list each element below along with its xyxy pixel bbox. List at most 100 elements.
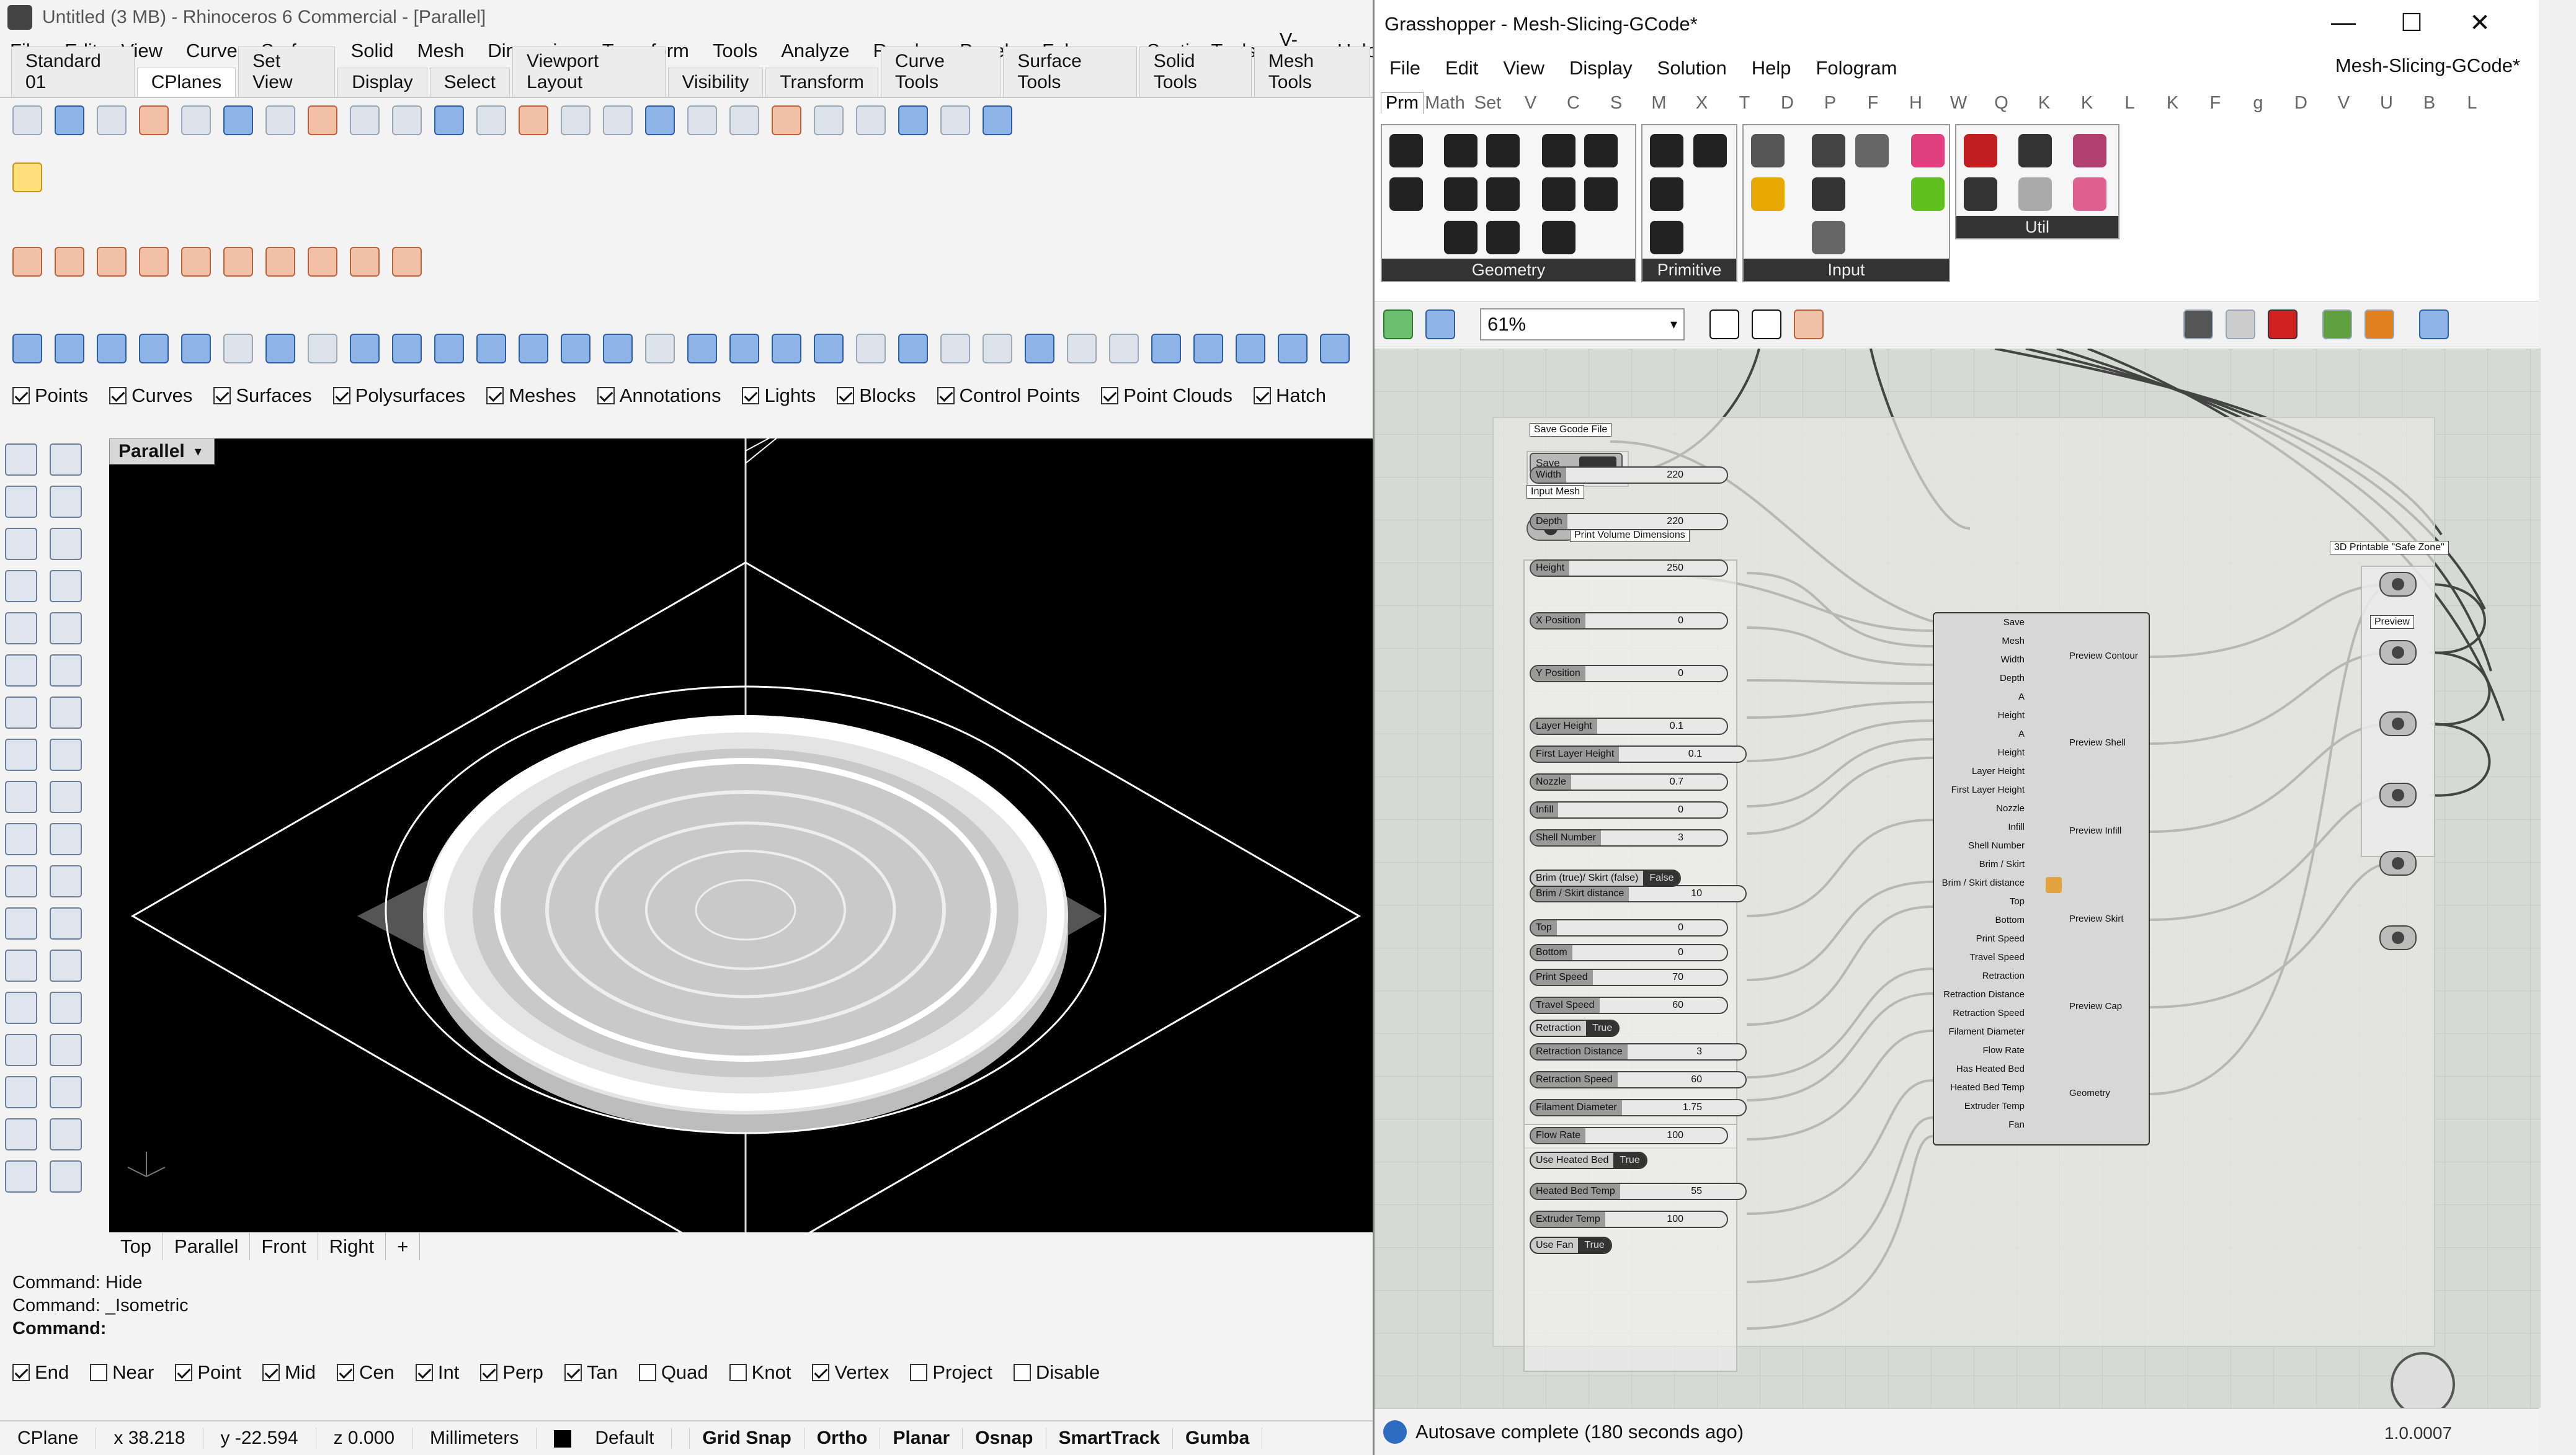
close-icon[interactable]: ✕ xyxy=(2446,9,2514,37)
viewport-tab-[interactable]: + xyxy=(386,1233,421,1260)
checkbox-icon[interactable] xyxy=(486,387,504,404)
menu-mesh[interactable]: Mesh xyxy=(417,40,465,62)
left-tool-icon[interactable] xyxy=(50,1034,82,1066)
checkbox-icon[interactable] xyxy=(337,1364,354,1381)
gh-category-f[interactable]: F xyxy=(1852,93,1894,113)
eye-preview-icon[interactable] xyxy=(1752,309,1781,339)
curve-param-icon[interactable] xyxy=(1444,134,1477,167)
output-preview-infill[interactable]: Preview Infill xyxy=(2069,825,2121,836)
swatch-input-icon[interactable] xyxy=(1911,177,1945,211)
slider-height[interactable]: Height 250 xyxy=(1530,559,1728,577)
mesh-tool-icon[interactable] xyxy=(983,334,1012,363)
slider-value[interactable]: 70 xyxy=(1672,972,1683,983)
preview-node[interactable] xyxy=(2379,711,2417,736)
render-tool-icon[interactable] xyxy=(350,247,380,277)
checkbox-icon[interactable] xyxy=(109,387,127,404)
input-retraction[interactable]: Retraction xyxy=(1982,971,2025,981)
mesh-param-icon[interactable] xyxy=(1486,221,1520,254)
cplane-tool-icon[interactable] xyxy=(687,105,717,135)
tab-select[interactable]: Select xyxy=(429,68,510,97)
mesh-tool-icon[interactable] xyxy=(561,334,591,363)
output-preview-cap[interactable]: Preview Cap xyxy=(2069,1001,2122,1012)
input-height[interactable]: Height xyxy=(1998,710,2025,721)
text-param-icon[interactable] xyxy=(1693,134,1727,167)
slider-value[interactable]: 0.1 xyxy=(1688,749,1702,760)
slider-retraction-speed[interactable]: Retraction Speed 60 xyxy=(1530,1071,1747,1088)
gradient-input-icon[interactable] xyxy=(1911,134,1945,167)
cplane-tool-icon[interactable] xyxy=(519,105,548,135)
mesh-tool-icon[interactable] xyxy=(1025,334,1054,363)
slider-input-icon[interactable] xyxy=(1812,221,1845,254)
mesh-tool-icon[interactable] xyxy=(181,334,211,363)
gh-category-t[interactable]: T xyxy=(1723,93,1766,113)
render-tool-icon[interactable] xyxy=(55,247,84,277)
input-infill[interactable]: Infill xyxy=(2008,822,2025,832)
slider-travel-speed[interactable]: Travel Speed 60 xyxy=(1530,997,1728,1014)
render-tool-icon[interactable] xyxy=(265,247,295,277)
viewport-title-tab[interactable]: Parallel ▾ xyxy=(109,438,215,465)
left-tool-icon[interactable] xyxy=(50,950,82,982)
input-shell-number[interactable]: Shell Number xyxy=(1968,840,2025,851)
slider-value[interactable]: 60 xyxy=(1672,1000,1683,1011)
box-param-icon[interactable] xyxy=(1542,134,1575,167)
slider-filament-diameter[interactable]: Filament Diameter 1.75 xyxy=(1530,1099,1747,1116)
mesh-tool-icon[interactable] xyxy=(350,334,380,363)
slider-infill[interactable]: Infill 0 xyxy=(1530,801,1728,819)
cherry-icon[interactable] xyxy=(1964,134,1997,167)
menu-tools[interactable]: Tools xyxy=(713,40,757,62)
tab-display[interactable]: Display xyxy=(337,68,427,97)
input-save[interactable]: Save xyxy=(2003,617,2025,628)
mesh-tool-icon[interactable] xyxy=(519,334,548,363)
left-tool-icon[interactable] xyxy=(5,570,37,602)
gh-category-f[interactable]: F xyxy=(2194,93,2237,113)
input-brim-skirt-distance[interactable]: Brim / Skirt distance xyxy=(1942,878,2025,888)
cplane-tool-icon[interactable] xyxy=(898,105,928,135)
left-tool-icon[interactable] xyxy=(50,1160,82,1193)
left-tool-icon[interactable] xyxy=(5,781,37,813)
gh-category-c[interactable]: C xyxy=(1552,93,1595,113)
arc-param-icon[interactable] xyxy=(1444,177,1477,211)
toggle-value[interactable]: True xyxy=(1585,1021,1619,1036)
left-tool-icon[interactable] xyxy=(5,696,37,729)
left-tool-icon[interactable] xyxy=(50,823,82,855)
toggle-use-fan[interactable]: Use Fan True xyxy=(1530,1237,1612,1254)
gh-menu-file[interactable]: File xyxy=(1389,57,1420,79)
mesh-tool-icon[interactable] xyxy=(1320,334,1350,363)
panel-input-icon[interactable] xyxy=(1812,134,1845,167)
checkbox-icon[interactable] xyxy=(415,1364,433,1381)
slider-extruder-temp[interactable]: Extruder Temp 100 xyxy=(1530,1211,1728,1228)
preview-node[interactable] xyxy=(2379,851,2417,876)
gh-category-g[interactable]: g xyxy=(2237,93,2280,113)
mesh-tool-icon[interactable] xyxy=(223,334,253,363)
gh-menu-edit[interactable]: Edit xyxy=(1445,57,1478,79)
gh-category-prm[interactable]: Prm xyxy=(1381,92,1424,113)
cplane-tool-icon[interactable] xyxy=(434,105,464,135)
checkbox-icon[interactable] xyxy=(12,1364,30,1381)
osnap-vertex[interactable]: Vertex xyxy=(812,1361,889,1384)
checkbox-icon[interactable] xyxy=(213,387,231,404)
galapagos-icon[interactable] xyxy=(2073,134,2106,167)
left-tool-icon[interactable] xyxy=(50,739,82,771)
input-a[interactable]: A xyxy=(2018,692,2025,702)
mesh-tool-icon[interactable] xyxy=(687,334,717,363)
render-tool-icon[interactable] xyxy=(392,247,422,277)
gh-category-p[interactable]: P xyxy=(1809,93,1852,113)
menu-curve[interactable]: Curve xyxy=(186,40,238,62)
osnap-tan[interactable]: Tan xyxy=(564,1361,618,1384)
gh-category-w[interactable]: W xyxy=(1937,93,1980,113)
input-retraction-speed[interactable]: Retraction Speed xyxy=(1953,1008,2025,1018)
mesh-tool-icon[interactable] xyxy=(645,334,675,363)
left-tool-icon[interactable] xyxy=(5,1160,37,1193)
slider-value[interactable]: 220 xyxy=(1667,516,1683,527)
left-tool-icon[interactable] xyxy=(5,907,37,940)
mesh-tool-icon[interactable] xyxy=(729,334,759,363)
checkbox-icon[interactable] xyxy=(1101,387,1119,404)
chevron-down-icon[interactable]: ▾ xyxy=(195,443,202,460)
left-tool-icon[interactable] xyxy=(50,865,82,897)
menu-analyze[interactable]: Analyze xyxy=(781,40,849,62)
filter-blocks[interactable]: Blocks xyxy=(837,385,916,407)
slider-shell-number[interactable]: Shell Number 3 xyxy=(1530,829,1728,847)
input-layer-height[interactable]: Layer Height xyxy=(1972,766,2025,776)
slider-y-position[interactable]: Y Position 0 xyxy=(1530,665,1728,682)
mesh-tool-icon[interactable] xyxy=(898,334,928,363)
